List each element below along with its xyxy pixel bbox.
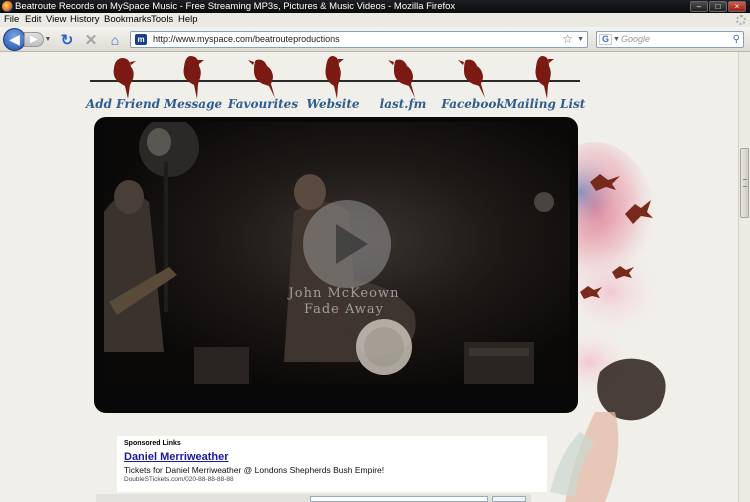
url-dropdown-icon[interactable]: ▼ (577, 32, 584, 47)
nav-link-lastfm[interactable]: last.fm (364, 52, 442, 114)
menu-edit[interactable]: Edit (25, 13, 41, 27)
window-title-bar: Beatroute Records on MySpace Music - Fre… (0, 0, 750, 13)
bird-icon (325, 56, 344, 99)
nav-link-facebook[interactable]: Facebook (434, 52, 512, 114)
close-button[interactable]: × (728, 1, 746, 12)
bird-icon (388, 59, 415, 98)
reload-icon: ↻ (60, 31, 74, 49)
window-controls: – □ × (690, 1, 746, 12)
ad-description: Tickets for Daniel Merriweather @ London… (124, 465, 385, 475)
menu-bar: File Edit View History Bookmarks Tools H… (0, 13, 750, 27)
video-frame: John McKeown Fade Away (104, 122, 570, 384)
google-engine-icon[interactable]: G (599, 34, 612, 45)
home-icon: ⌂ (110, 31, 120, 48)
nav-link-add-friend[interactable]: Add Friend (84, 52, 162, 114)
video-player[interactable]: John McKeown Fade Away (94, 117, 578, 413)
stop-button[interactable]: ✕ (82, 31, 100, 49)
menu-help[interactable]: Help (178, 13, 198, 27)
ad-url[interactable]: DoubleSTickets.com/020-88-88-88-88 (124, 476, 234, 483)
stop-icon: ✕ (84, 31, 98, 49)
minimize-button[interactable]: – (690, 1, 708, 12)
nav-label: Website (306, 97, 360, 111)
menu-file[interactable]: File (4, 13, 19, 27)
video-song: Fade Away (303, 302, 385, 317)
bird-icon (183, 56, 204, 99)
bird-icon (113, 58, 136, 99)
nav-label: Add Friend (85, 97, 161, 111)
bird-icon (458, 59, 485, 98)
home-button[interactable]: ⌂ (106, 31, 124, 48)
nav-label: Favourites (227, 97, 299, 111)
sponsored-header: Sponsored Links (124, 440, 181, 447)
bottom-input[interactable] (310, 496, 488, 502)
nav-link-website[interactable]: Website (294, 52, 372, 114)
chevron-down-icon: ▼ (44, 35, 52, 43)
address-bar[interactable]: m http://www.myspace.com/beatrouteproduc… (130, 31, 588, 48)
video-artist: John McKeown (288, 286, 400, 301)
grip-icon (743, 179, 747, 187)
bird-icon (535, 56, 554, 99)
menu-history[interactable]: History (70, 13, 100, 27)
bottom-form-strip (96, 494, 531, 502)
scrollbar-thumb[interactable] (740, 148, 749, 218)
menu-tools[interactable]: Tools (151, 13, 173, 27)
engine-dropdown-icon[interactable]: ▼ (613, 32, 620, 47)
nav-link-favourites[interactable]: Favourites (224, 52, 302, 114)
history-dropdown-button[interactable]: ▼ (44, 35, 52, 43)
window-title: Beatroute Records on MySpace Music - Fre… (15, 1, 456, 12)
play-button[interactable] (303, 200, 391, 288)
search-icon[interactable]: ⚲ (733, 32, 740, 47)
bookmark-star-icon[interactable]: ☆ (562, 32, 573, 47)
nav-link-mailing-list[interactable]: Mailing List (504, 52, 586, 114)
nav-link-message[interactable]: Message (154, 52, 232, 114)
nav-label: Mailing List (504, 97, 586, 111)
back-button[interactable]: ◀ (3, 28, 26, 51)
back-arrow-icon: ◀ (9, 31, 20, 47)
navigation-toolbar: ◀ ▶ ▼ ↻ ✕ ⌂ m http://www.myspace.com/bea… (0, 27, 750, 52)
maximize-button[interactable]: □ (709, 1, 727, 12)
vertical-scrollbar[interactable] (738, 52, 750, 502)
video-title: John McKeown Fade Away (224, 286, 464, 318)
myspace-favicon-icon: m (135, 34, 147, 45)
forward-arrow-icon: ▶ (30, 34, 38, 45)
play-icon (336, 224, 368, 264)
forward-button[interactable]: ▶ (24, 32, 44, 47)
menu-view[interactable]: View (46, 13, 66, 27)
address-url[interactable]: http://www.myspace.com/beatrouteproducti… (153, 32, 340, 47)
page-content: Add Friend Message Favourites Website la… (0, 52, 738, 502)
search-box[interactable]: G ▼ Google ⚲ (596, 31, 744, 48)
ad-title-link[interactable]: Daniel Merriweather (124, 451, 229, 463)
bird-icon (248, 59, 275, 98)
firefox-logo-icon (2, 1, 13, 12)
nav-label: Facebook (441, 97, 505, 111)
nav-label: last.fm (379, 97, 427, 111)
search-input[interactable]: Google (621, 32, 650, 47)
bottom-button[interactable] (492, 496, 526, 502)
menu-bookmarks[interactable]: Bookmarks (104, 13, 152, 27)
loading-throbber-icon (736, 15, 746, 25)
reload-button[interactable]: ↻ (58, 31, 76, 49)
sponsored-links-box: Sponsored Links Daniel Merriweather Tick… (117, 436, 547, 492)
nav-label: Message (163, 97, 223, 111)
